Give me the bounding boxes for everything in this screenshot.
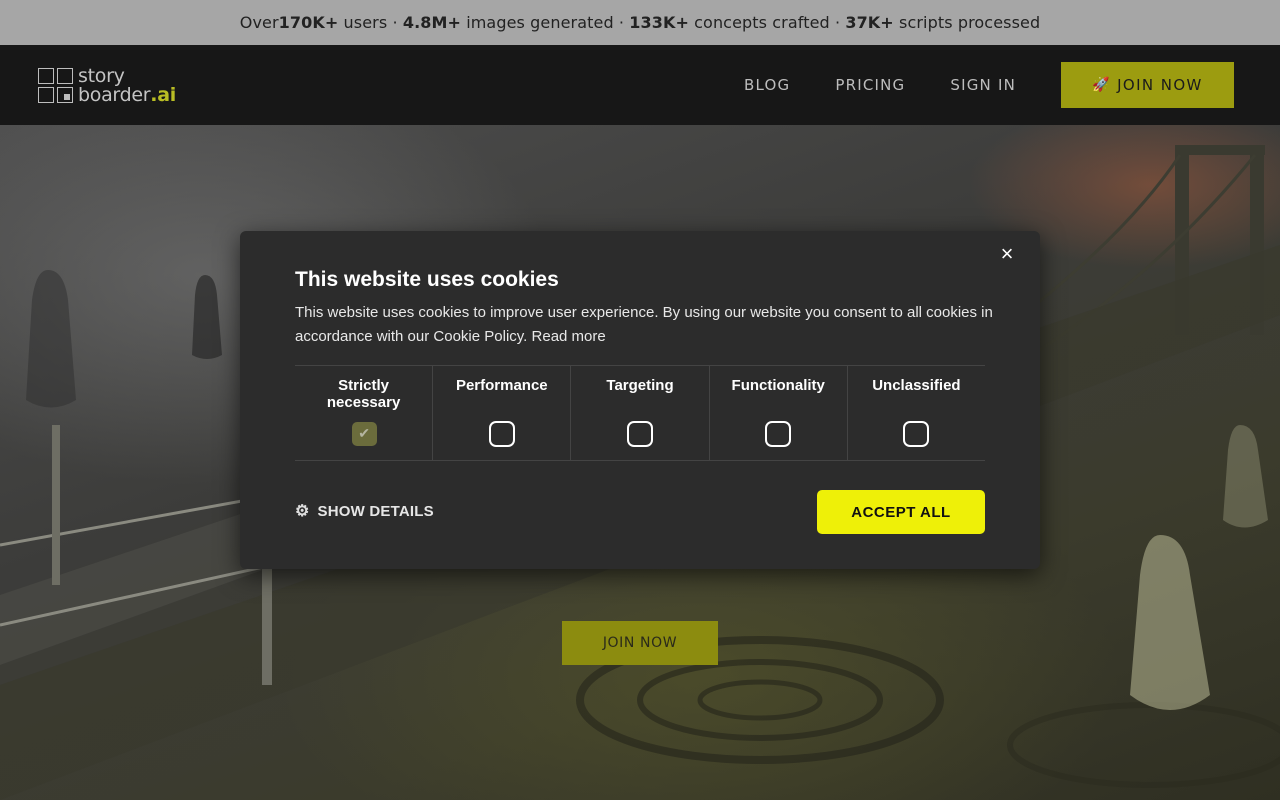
hero-join-now-button[interactable]: JOIN NOW [562, 621, 718, 665]
category-label: Functionality [731, 377, 825, 394]
stats-prefix: Over [239, 13, 279, 32]
cookie-category-targeting: Targeting [571, 366, 710, 460]
stats-users-label: users · [338, 13, 403, 32]
stats-users-value: 170K+ [278, 13, 339, 32]
stats-images-label: images generated · [461, 13, 630, 32]
checkmark-icon: ✔ [358, 425, 370, 441]
logo-line-2: boarder [78, 84, 151, 106]
cookie-body-text: This website uses cookies to improve use… [295, 304, 993, 345]
cookie-dialog-title: This website uses cookies [295, 268, 559, 291]
logo-suffix: .ai [150, 84, 176, 106]
stats-scripts-label: scripts processed [893, 13, 1041, 32]
nav-blog-link[interactable]: BLOG [744, 76, 790, 94]
gear-icon: ⚙ [295, 503, 310, 520]
cookie-category-unclassified: Unclassified [848, 366, 985, 460]
unclassified-checkbox[interactable] [903, 421, 930, 447]
stats-scripts-value: 37K+ [845, 13, 894, 32]
rocket-icon: 🚀 [1092, 77, 1112, 93]
category-label: Unclassified [872, 377, 961, 394]
category-label: Targeting [606, 377, 674, 394]
logo-wordmark: story boarder.ai [78, 67, 176, 105]
stats-images-value: 4.8M+ [402, 13, 462, 32]
cookie-category-functionality: Functionality [710, 366, 848, 460]
strictly-necessary-checkbox[interactable]: ✔ [351, 422, 377, 446]
header-join-now-button[interactable]: 🚀 JOIN NOW [1061, 62, 1234, 108]
accept-all-button[interactable]: ACCEPT ALL [817, 490, 985, 534]
cookie-category-strictly-necessary: Strictly necessary ✔ [295, 366, 434, 460]
logo-grid-icon [38, 68, 74, 104]
close-icon[interactable]: × [998, 243, 1016, 265]
show-details-label: SHOW DETAILS [317, 502, 434, 520]
join-now-label: JOIN NOW [1117, 76, 1203, 94]
stats-banner: Over 170K+ users · 4.8M+ images generate… [0, 0, 1280, 45]
cookie-categories: Strictly necessary ✔ Performance Targeti… [295, 365, 985, 461]
show-details-button[interactable]: ⚙ SHOW DETAILS [295, 501, 434, 521]
performance-checkbox[interactable] [488, 421, 515, 447]
site-logo[interactable]: story boarder.ai [38, 66, 176, 106]
category-label: Performance [455, 377, 548, 394]
cookie-dialog-body: This website uses cookies to improve use… [295, 301, 995, 349]
category-label: Strictly necessary [326, 377, 401, 411]
main-nav: BLOG PRICING SIGN IN 🚀 JOIN NOW [744, 62, 1234, 108]
cookie-category-performance: Performance [433, 366, 572, 460]
nav-pricing-link[interactable]: PRICING [835, 76, 905, 94]
site-header: story boarder.ai BLOG PRICING SIGN IN 🚀 … [0, 45, 1280, 125]
stats-concepts-label: concepts crafted · [688, 13, 846, 32]
targeting-checkbox[interactable] [627, 421, 653, 447]
stats-concepts-value: 133K+ [629, 13, 689, 32]
cookie-consent-dialog: × This website uses cookies This website… [240, 231, 1040, 569]
nav-sign-in-link[interactable]: SIGN IN [950, 76, 1016, 94]
functionality-checkbox[interactable] [765, 421, 792, 447]
read-more-link[interactable]: Read more [532, 328, 606, 345]
